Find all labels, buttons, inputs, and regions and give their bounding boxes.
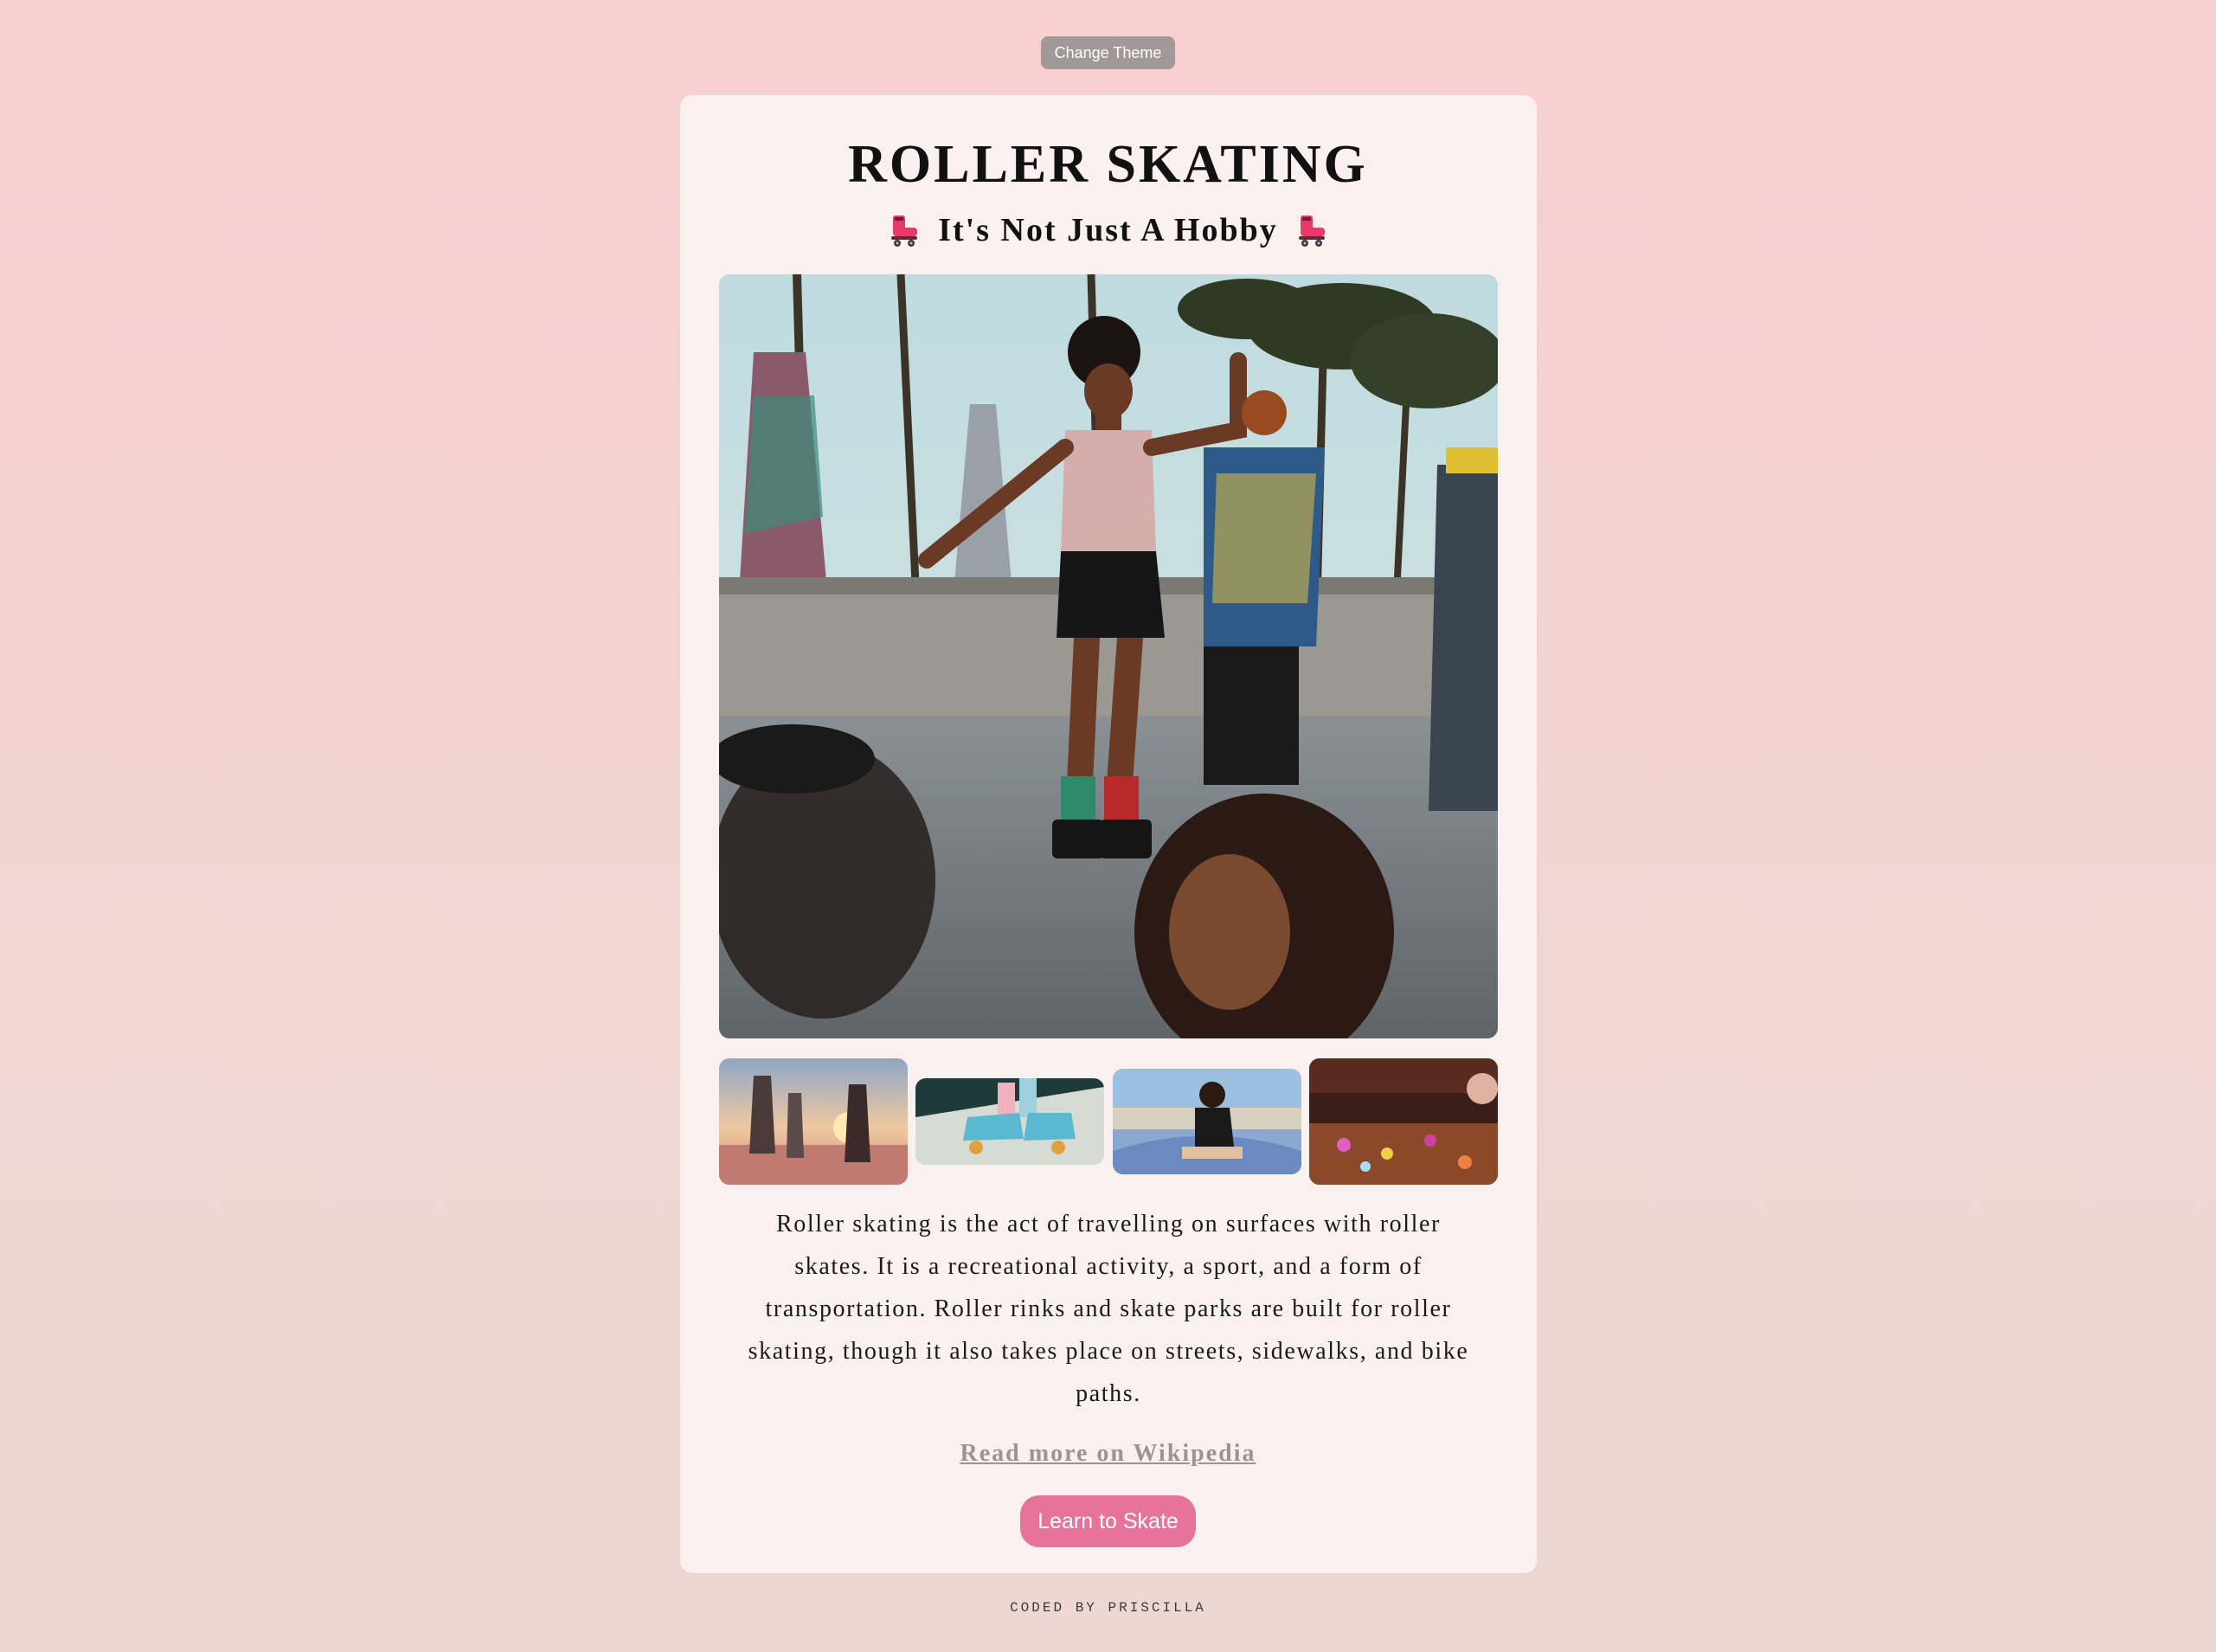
roller-rink-photo — [1309, 1058, 1498, 1185]
sunset-skaters-photo — [719, 1058, 908, 1185]
sitting-skater-photo — [1113, 1069, 1301, 1174]
thumbnail-gallery — [719, 1058, 1498, 1185]
roller-skate-icon — [1298, 215, 1325, 247]
change-theme-button[interactable]: Change Theme — [1041, 36, 1175, 69]
page-title: ROLLER SKATING — [848, 135, 1368, 194]
thumbnail-2[interactable] — [915, 1078, 1104, 1165]
footer-credit: CODED BY PRISCILLA — [1010, 1600, 1206, 1616]
hero-image — [719, 274, 1498, 1038]
description-text: Roller skating is the act of travelling … — [748, 1211, 1469, 1407]
page-subtitle: It's Not Just A Hobby — [0, 206, 2216, 254]
wikipedia-link-row: Read more on Wikipedia — [0, 1437, 2216, 1471]
learn-to-skate-button[interactable]: Learn to Skate — [1020, 1495, 1196, 1547]
thumbnail-4[interactable] — [1309, 1058, 1498, 1185]
hero-photo — [719, 274, 1498, 1038]
roller-skate-icon — [891, 215, 918, 247]
wikipedia-link[interactable]: Read more on Wikipedia — [960, 1440, 1256, 1467]
blue-skates-photo — [915, 1078, 1104, 1165]
thumbnail-3[interactable] — [1113, 1069, 1301, 1174]
thumbnail-1[interactable] — [719, 1058, 908, 1185]
subtitle-text: It's Not Just A Hobby — [938, 212, 1278, 248]
